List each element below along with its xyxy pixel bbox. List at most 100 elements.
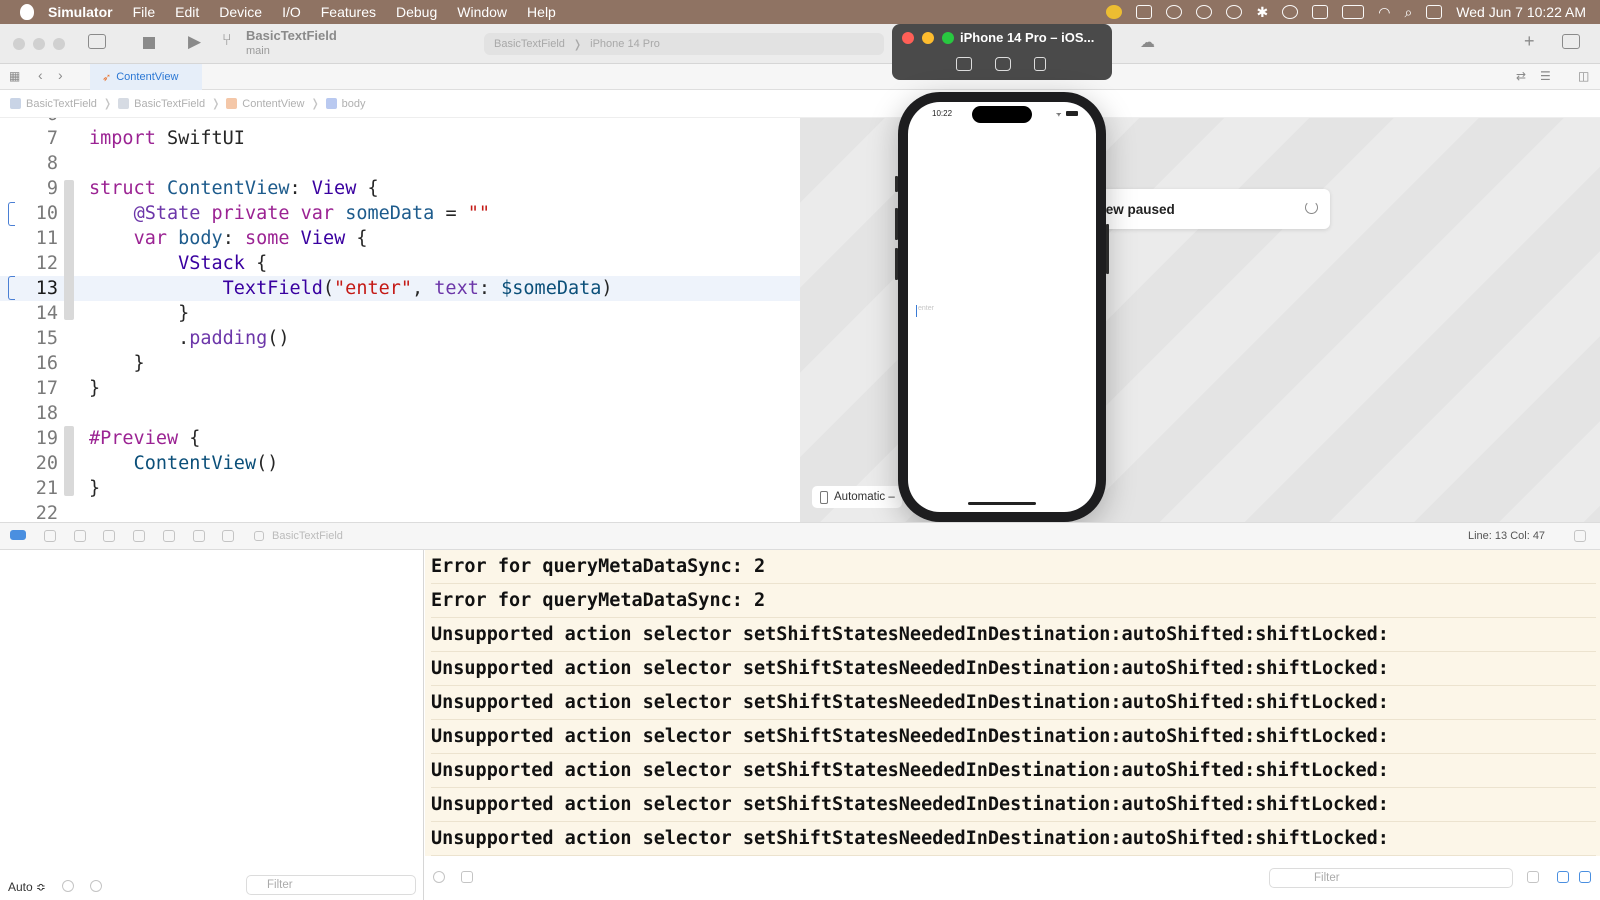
menu-item-io[interactable]: I/O — [282, 4, 301, 20]
breadcrumb-item-project[interactable]: BasicTextField — [10, 98, 97, 110]
stop-button[interactable] — [143, 37, 155, 49]
code-line[interactable]: 14 } — [0, 301, 800, 326]
code-editor[interactable]: 6 7import SwiftUI 8 9struct ContentView:… — [0, 118, 800, 522]
code-line[interactable]: 9 struct ContentView: View { — [0, 176, 800, 201]
breadcrumb-item-symbol[interactable]: body — [325, 98, 366, 110]
home-indicator[interactable] — [968, 502, 1036, 505]
control-center-icon[interactable] — [1426, 5, 1443, 19]
wifi-icon[interactable]: ◠ — [1378, 4, 1390, 21]
window-zoom-button[interactable] — [53, 38, 65, 50]
breadcrumb-item-file[interactable]: ContentView — [226, 98, 304, 110]
run-button[interactable]: ▶ — [188, 32, 201, 52]
cloud-icon[interactable] — [1166, 5, 1183, 19]
menu-app-name[interactable]: Simulator — [48, 4, 113, 20]
preview-paused-banner[interactable]: iew paused — [1096, 189, 1330, 229]
phone-text-field[interactable]: enter — [916, 305, 1086, 317]
menu-item-edit[interactable]: Edit — [175, 4, 199, 20]
menu-item-debug[interactable]: Debug — [396, 4, 437, 20]
back-icon[interactable]: ‹ — [38, 67, 43, 83]
variables-filter-input[interactable]: Filter — [246, 875, 416, 895]
fingerprint-icon[interactable] — [1196, 5, 1213, 19]
editor-options-icon[interactable]: ☰ — [1540, 69, 1551, 83]
forward-icon[interactable]: › — [58, 67, 63, 83]
power-button[interactable] — [1106, 224, 1109, 274]
add-icon[interactable]: + — [1524, 31, 1535, 52]
menu-item-help[interactable]: Help — [527, 4, 556, 20]
inspector-toggle-icon[interactable] — [1562, 34, 1580, 49]
preview-device-button[interactable]: Automatic – — [812, 486, 902, 508]
apple-icon[interactable] — [20, 4, 34, 20]
folder-icon[interactable] — [1136, 5, 1153, 19]
code-line-current[interactable]: 13 TextField("enter", text: $someData) — [0, 276, 800, 301]
eye-icon[interactable] — [433, 871, 445, 883]
time-machine-icon[interactable] — [1282, 5, 1299, 19]
simulator-titlebar[interactable]: iPhone 14 Pro – iOS... — [892, 24, 1112, 80]
branch-name[interactable]: main — [246, 45, 270, 57]
code-line[interactable]: 8 — [0, 151, 800, 176]
info-icon[interactable] — [90, 880, 102, 892]
environment-icon[interactable] — [222, 530, 234, 542]
output-filter-icon[interactable] — [461, 871, 473, 883]
view-hierarchy-icon[interactable] — [163, 530, 175, 542]
volume-down-button[interactable] — [895, 248, 898, 280]
screens-icon[interactable] — [1312, 5, 1329, 19]
memory-graph-icon[interactable] — [193, 530, 205, 542]
action-button[interactable] — [895, 176, 898, 192]
change-marker[interactable] — [8, 276, 15, 300]
code-line[interactable]: 21} — [0, 476, 800, 501]
breadcrumb-item-folder[interactable]: BasicTextField — [118, 98, 205, 110]
trash-icon[interactable] — [1527, 871, 1539, 883]
scheme-selector[interactable]: BasicTextField ❭ iPhone 14 Pro — [484, 33, 884, 55]
variables-scope-select[interactable]: Auto ≎ — [8, 880, 46, 894]
code-line[interactable]: 12 VStack { — [0, 251, 800, 276]
bluetooth-icon[interactable]: ✱ — [1256, 4, 1268, 21]
code-line[interactable]: 15 .padding() — [0, 326, 800, 351]
debug-target-name[interactable]: BasicTextField — [272, 530, 343, 542]
step-in-icon[interactable] — [103, 530, 115, 542]
step-out-icon[interactable] — [133, 530, 145, 542]
pause-icon[interactable] — [44, 530, 56, 542]
code-line[interactable]: 16 } — [0, 351, 800, 376]
home-icon[interactable] — [956, 57, 972, 71]
editor-panel-icon[interactable] — [1574, 530, 1586, 542]
menu-item-window[interactable]: Window — [457, 4, 507, 20]
code-folding-ribbon[interactable] — [64, 426, 74, 496]
code-line[interactable]: 10 @State private var someData = "" — [0, 201, 800, 226]
project-name[interactable]: BasicTextField — [246, 28, 337, 43]
split-editor-icon[interactable]: ◫ — [1578, 69, 1589, 83]
code-line[interactable]: 20 ContentView() — [0, 451, 800, 476]
grid-icon[interactable]: ▦ — [9, 69, 20, 83]
simulator-minimize-button[interactable] — [922, 32, 934, 44]
menu-item-device[interactable]: Device — [219, 4, 262, 20]
debug-area-toggle-icon[interactable] — [10, 530, 26, 540]
activity-icon[interactable] — [1226, 5, 1243, 19]
code-line[interactable]: 19 #Preview { — [0, 426, 800, 451]
code-line[interactable]: 11 var body: some View { — [0, 226, 800, 251]
simulator-close-button[interactable] — [902, 32, 914, 44]
console-output[interactable]: Error for queryMetaDataSync: 2 Error for… — [425, 550, 1600, 856]
simulator-zoom-button[interactable] — [942, 32, 954, 44]
phone-screen[interactable]: 10:22 ᯤ enter — [908, 102, 1096, 512]
code-line[interactable]: 18 — [0, 401, 800, 426]
menu-item-file[interactable]: File — [133, 4, 156, 20]
tab-contentview[interactable]: ➶ ContentView — [90, 64, 202, 90]
search-icon[interactable]: ⌕ — [1404, 4, 1412, 21]
app-status-icon[interactable] — [1106, 5, 1123, 19]
rotate-icon[interactable] — [1034, 57, 1046, 71]
console-filter-input[interactable]: Filter — [1269, 868, 1513, 888]
code-line[interactable]: 17} — [0, 376, 800, 401]
step-over-icon[interactable] — [74, 530, 86, 542]
sidebar-toggle-icon[interactable] — [88, 34, 106, 49]
change-marker[interactable] — [8, 202, 15, 226]
code-line[interactable]: 7 import SwiftUI — [0, 126, 800, 151]
volume-up-button[interactable] — [895, 208, 898, 240]
refresh-icon[interactable] — [1305, 201, 1318, 214]
battery-icon[interactable] — [1342, 5, 1365, 19]
code-folding-ribbon[interactable] — [64, 180, 74, 320]
left-panel-icon[interactable] — [1557, 871, 1569, 883]
window-minimize-button[interactable] — [33, 38, 45, 50]
refresh-canvas-icon[interactable]: ⇄ — [1516, 69, 1526, 83]
eye-icon[interactable] — [62, 880, 74, 892]
menu-item-features[interactable]: Features — [321, 4, 376, 20]
right-panel-icon[interactable] — [1579, 871, 1591, 883]
